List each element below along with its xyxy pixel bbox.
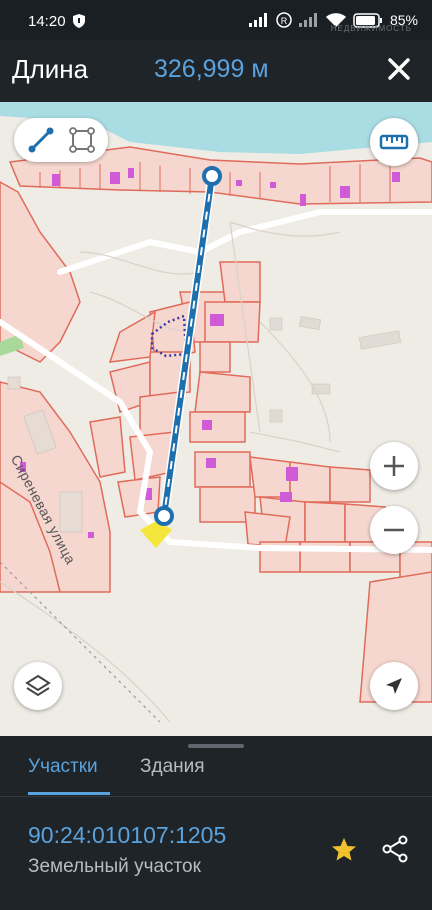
ruler-button[interactable] bbox=[370, 118, 418, 166]
measure-value: 326,999 м bbox=[154, 55, 269, 83]
registered-icon: R bbox=[276, 12, 292, 28]
sheet-handle[interactable] bbox=[188, 744, 244, 748]
layers-button[interactable] bbox=[14, 662, 62, 710]
map-view[interactable]: Сиреневая улица bbox=[0, 102, 432, 736]
status-bar: 14:20 R 85% НЕДВИЖИМОСТЬ bbox=[0, 0, 432, 40]
navigation-arrow-icon bbox=[386, 678, 402, 694]
measure-label: Длина bbox=[12, 54, 89, 84]
ruler-icon bbox=[379, 134, 409, 150]
share-icon[interactable] bbox=[380, 834, 410, 864]
layers-icon bbox=[25, 674, 51, 697]
line-measure-icon[interactable] bbox=[24, 123, 58, 157]
watermark: НЕДВИЖИМОСТЬ bbox=[330, 24, 412, 33]
status-time: 14:20 bbox=[28, 13, 66, 30]
plus-icon bbox=[384, 456, 404, 476]
svg-text:R: R bbox=[281, 16, 288, 26]
star-icon[interactable] bbox=[330, 836, 358, 864]
measure-header: Длина 326,999 м bbox=[0, 40, 432, 102]
tab-buildings[interactable]: Здания bbox=[140, 756, 205, 778]
measure-mode-toggle bbox=[14, 118, 108, 162]
tab-parcels[interactable]: Участки bbox=[28, 756, 98, 778]
signal-icon bbox=[248, 13, 267, 27]
shield-icon bbox=[73, 14, 85, 28]
minus-icon bbox=[384, 528, 404, 532]
close-icon[interactable] bbox=[384, 54, 414, 84]
parcel-number[interactable]: 90:24:010107:1205 bbox=[28, 822, 226, 849]
bottom-sheet: Участки Здания 90:24:010107:1205 Земельн… bbox=[0, 736, 432, 910]
map-canvas[interactable] bbox=[0, 102, 432, 736]
signal-2-icon bbox=[298, 13, 317, 27]
zoom-out-button[interactable] bbox=[370, 506, 418, 554]
active-tab-indicator bbox=[28, 792, 110, 795]
parcel-type: Земельный участок bbox=[28, 856, 201, 877]
zoom-in-button[interactable] bbox=[370, 442, 418, 490]
area-measure-icon[interactable] bbox=[65, 123, 99, 157]
location-button[interactable] bbox=[370, 662, 418, 710]
tab-bar: Участки Здания bbox=[0, 750, 432, 797]
